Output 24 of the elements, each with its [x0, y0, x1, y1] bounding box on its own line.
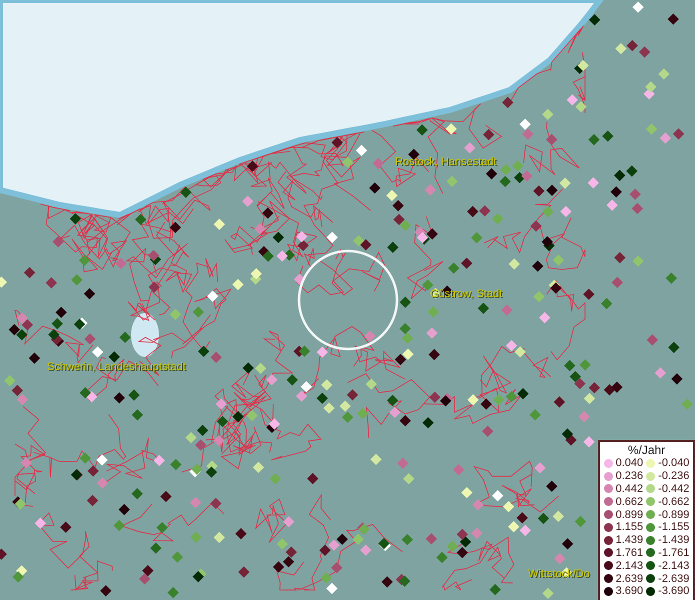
legend-title: %/Jahr [628, 444, 666, 457]
legend-value: -0.236 [658, 470, 690, 482]
legend-value: -2.143 [658, 560, 690, 572]
legend-value: -1.439 [658, 534, 690, 546]
legend-value: 1.761 [616, 546, 644, 559]
legend-value: 2.143 [616, 560, 644, 572]
legend-value: 1.439 [616, 534, 644, 546]
legend-value: 0.040 [616, 457, 644, 470]
legend-value: -0.040 [658, 457, 690, 470]
legend-value: -0.662 [658, 496, 690, 508]
legend-value: 2.639 [616, 572, 644, 585]
legend-value: 0.899 [616, 508, 644, 521]
legend-value: -1.761 [658, 546, 690, 559]
legend-value: 0.662 [616, 496, 644, 508]
legend-value: 1.155 [616, 521, 644, 534]
legend-value: 0.236 [616, 470, 644, 482]
lake-area [131, 313, 159, 357]
legend-value: 0.442 [616, 482, 644, 495]
legend-value: -3.690 [658, 585, 690, 598]
legend-value: -1.155 [658, 521, 690, 534]
legend-value: -2.639 [658, 572, 690, 585]
legend-value: 3.690 [616, 585, 644, 598]
legend-value: -0.899 [658, 508, 690, 521]
legend-value: -0.442 [658, 482, 690, 495]
